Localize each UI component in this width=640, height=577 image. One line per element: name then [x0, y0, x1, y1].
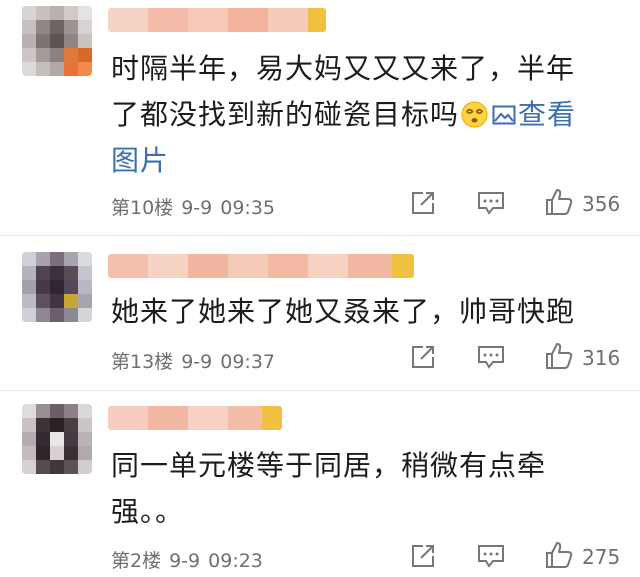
- comment-time: 09:37: [220, 351, 275, 373]
- comment-text-line: 了都没找到新的碰瓷目标吗 查看: [111, 98, 577, 131]
- comment-text: 时隔半年，易大妈又又又来了，半年 了都没找到新的碰瓷目标吗 查看 图片: [111, 46, 616, 184]
- divider: [0, 235, 640, 236]
- like-count: 356: [582, 192, 621, 216]
- share-icon[interactable]: [410, 190, 436, 216]
- comment-text-line: 同一单元楼等于同居，稍微有点牵: [111, 449, 547, 482]
- comment-icon[interactable]: [477, 543, 505, 569]
- comment-meta: 第13楼 9-9 09:37: [111, 347, 275, 374]
- avatar[interactable]: [22, 6, 92, 76]
- comment-text-line: 她来了她来了她又叒来了，帅哥快跑: [111, 295, 576, 328]
- dizzy-face-emoji: [461, 101, 488, 128]
- thumbs-up-icon[interactable]: [544, 187, 574, 217]
- username-blurred[interactable]: [108, 8, 326, 32]
- like-count: 275: [582, 545, 621, 569]
- image-icon: [492, 105, 516, 125]
- comment-meta: 第10楼 9-9 09:35: [111, 193, 275, 220]
- comment-meta: 第2楼 9-9 09:23: [111, 546, 263, 573]
- share-icon[interactable]: [410, 543, 436, 569]
- username-blurred[interactable]: [108, 254, 414, 278]
- share-icon[interactable]: [410, 344, 436, 370]
- comment-text: 她来了她来了她又叒来了，帅哥快跑: [111, 289, 616, 335]
- comment-text-line: 强。。: [111, 495, 185, 528]
- view-image-link-continued[interactable]: 图片: [111, 144, 169, 177]
- comment-icon[interactable]: [477, 344, 505, 370]
- like-count: 316: [582, 346, 621, 370]
- comment-date: 9-9: [181, 197, 213, 219]
- comment-text-line: 时隔半年，易大妈又又又来了，半年: [111, 52, 576, 85]
- thumbs-up-icon[interactable]: [544, 341, 574, 371]
- comment-time: 09:23: [208, 550, 263, 572]
- divider: [0, 390, 640, 391]
- comment-icon[interactable]: [477, 190, 505, 216]
- username-blurred[interactable]: [108, 406, 282, 430]
- thumbs-up-icon[interactable]: [544, 540, 574, 570]
- floor-number: 第10楼: [111, 197, 174, 219]
- floor-number: 第13楼: [111, 351, 174, 373]
- avatar[interactable]: [22, 404, 92, 474]
- comment-date: 9-9: [169, 550, 201, 572]
- floor-number: 第2楼: [111, 550, 162, 572]
- comment-text: 同一单元楼等于同居，稍微有点牵 强。。: [111, 443, 616, 535]
- comment-text-line: 图片: [111, 138, 616, 184]
- comment-time: 09:35: [220, 197, 275, 219]
- comment-date: 9-9: [181, 351, 213, 373]
- avatar[interactable]: [22, 252, 92, 322]
- view-image-link[interactable]: 查看: [492, 98, 576, 131]
